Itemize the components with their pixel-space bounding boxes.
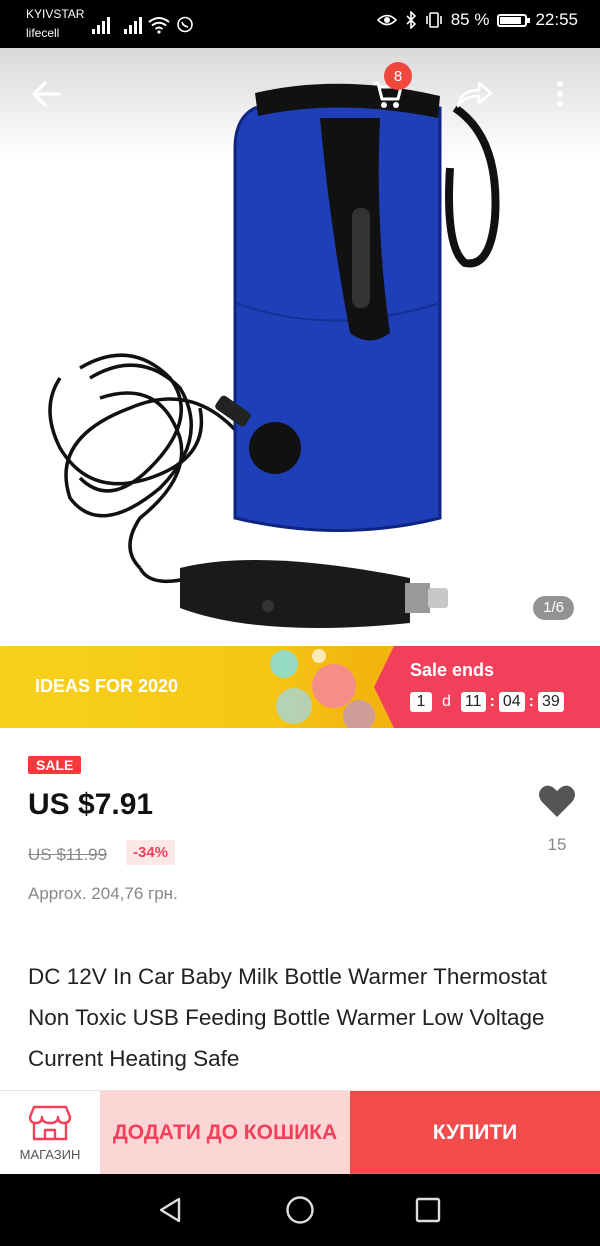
viber-icon [177,16,193,33]
more-options-button[interactable] [536,70,584,118]
carrier-secondary: lifecell [26,26,60,40]
wishlist-button[interactable] [536,784,578,823]
wifi-icon [148,17,170,34]
bluetooth-icon [406,11,416,29]
wishlist-count: 15 [547,835,567,854]
countdown-minutes: 04 [498,692,525,712]
eye-icon [376,14,397,26]
cable-drawing [48,353,252,584]
status-bar: KYIVSTAR lifecell 85 % 22:55 [0,0,600,48]
bottom-action-bar: МАГАЗИН ДОДАТИ ДО КОШИКА КУПИТИ [0,1090,600,1175]
countdown-timer: 1 d 11 : 04 : 39 [410,692,564,712]
days-label: d [442,693,451,710]
sale-countdown-panel: Sale ends 1 d 11 : 04 : 39 [374,646,600,728]
vibrate-icon [425,12,442,28]
status-right: 85 % 22:55 [376,10,578,30]
share-icon [456,81,493,108]
carabiner-drawing [445,104,500,268]
add-to-cart-button[interactable]: ДОДАТИ ДО КОШИКА [100,1091,350,1175]
battery-icon [497,13,531,27]
circle-home-icon [286,1196,314,1224]
signal-icons [92,10,194,34]
square-recents-icon [415,1197,441,1223]
countdown-days: 1 [410,692,432,712]
system-navigation-bar [0,1174,600,1246]
image-page-indicator: 1/6 [533,596,574,620]
product-image[interactable]: 8 1/6 [0,48,600,646]
system-recents-button[interactable] [410,1192,446,1228]
back-button[interactable] [22,70,70,118]
promo-banner-text: IDEAS FOR 2020 [35,676,179,696]
product-title: DC 12V In Car Baby Milk Bottle Warmer Th… [28,964,547,1071]
countdown-seconds: 39 [537,692,564,712]
battery-percent: 85 % [450,10,490,29]
product-photo [48,83,500,628]
share-button[interactable] [450,70,498,118]
sale-badge: SALE [28,756,82,774]
store-label: МАГАЗИН [19,1147,81,1162]
store-button[interactable]: МАГАЗИН [0,1091,100,1175]
sale-ends-label: Sale ends [410,660,495,680]
cart-count-badge: 8 [384,62,412,90]
car-plug-drawing [180,560,448,628]
buy-now-button[interactable]: КУПИТИ [350,1091,600,1175]
discount-badge: -34% [126,840,176,865]
carrier-primary: KYIVSTAR [26,7,85,21]
battery-fill [500,16,521,24]
triangle-back-icon [159,1197,181,1223]
approx-price: Approx. 204,76 грн. [28,884,178,903]
countdown-hours: 11 [460,692,486,712]
signal-icon [124,16,142,34]
arrow-left-icon [32,81,61,107]
promo-banner[interactable]: IDEAS FOR 2020 Sale ends 1 d 11 : 04 : 3… [0,646,600,728]
store-icon [28,1105,72,1141]
signal-icon [92,16,110,34]
system-back-button[interactable] [152,1192,188,1228]
old-price: US $11.99 [28,845,108,864]
clock: 22:55 [535,10,578,29]
heart-icon [539,785,575,817]
more-vertical-icon [557,81,563,107]
product-price: US $7.91 [28,788,154,821]
plug-socket [249,422,301,474]
system-home-button[interactable] [282,1192,318,1228]
